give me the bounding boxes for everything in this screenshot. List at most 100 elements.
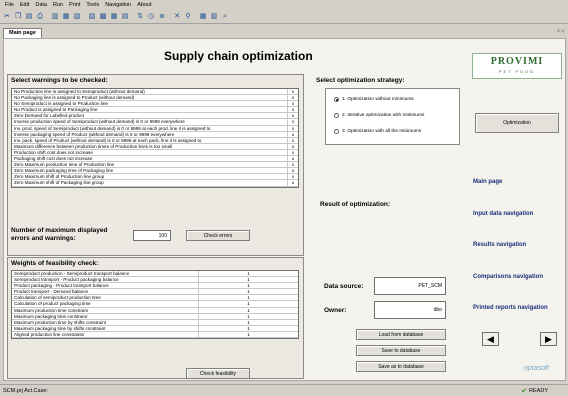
weight-row[interactable]: Aligned production line constraints 1 — [12, 331, 298, 339]
table2-icon[interactable]: ▥ — [209, 12, 219, 22]
warning-check[interactable]: x — [288, 150, 298, 155]
weight-text: Semiproduct transport - Product packagin… — [14, 277, 119, 283]
weight-value[interactable]: 1 — [198, 325, 298, 331]
owner-label: Owner: — [324, 307, 347, 314]
warning-check[interactable]: x — [288, 156, 298, 161]
warning-check[interactable]: x — [288, 89, 298, 94]
strategy-option-label: 1. Optimization without minimums — [342, 97, 414, 102]
warning-text: No Packaging line is assigned to Product… — [12, 95, 288, 101]
warning-check[interactable]: x — [288, 119, 298, 124]
warning-text: No Product is assigned to Packaging line — [12, 107, 288, 113]
warning-text: No Semiproduct is assigned to Production… — [12, 101, 288, 107]
load-from-database-button[interactable]: Load from database — [356, 329, 446, 340]
menu-run[interactable]: Run — [50, 2, 66, 8]
warning-check[interactable]: x — [288, 132, 298, 137]
close-icon[interactable]: ✕ — [172, 12, 182, 22]
menu-print[interactable]: Print — [66, 2, 83, 8]
status-bar: SCM.prj Act.Case: ✔ READY — [0, 384, 568, 396]
strategy-option-2[interactable]: 2. Iterative optimization with minimums — [334, 113, 424, 118]
check-feasibility-button[interactable]: Check feasibility — [186, 368, 250, 379]
tab-scroll-indicator[interactable]: 4 4 — [557, 29, 564, 35]
weight-value[interactable]: 1 — [198, 277, 298, 283]
grid-icon[interactable]: ▨ — [87, 12, 97, 22]
forward-arrow-button[interactable]: ▶ — [540, 332, 557, 346]
menu-edit[interactable]: Edit — [17, 2, 32, 8]
strategy-option-3[interactable]: 3. Optimization with all the minimums — [334, 129, 421, 134]
warning-check[interactable]: x — [288, 95, 298, 100]
check-errors-button[interactable]: Check errors — [186, 230, 250, 241]
weight-text: Product packaging - Product transport ba… — [14, 283, 109, 289]
grid2-icon[interactable]: ▩ — [98, 12, 108, 22]
tab-main-page[interactable]: Main page — [3, 28, 42, 38]
optimization-button[interactable]: Optimization — [475, 113, 559, 133]
menu-file[interactable]: File — [2, 2, 17, 8]
weight-text: Maximum packaging time by shifts constra… — [14, 325, 106, 331]
grid3-icon[interactable]: ▦ — [109, 12, 119, 22]
warning-check[interactable]: x — [288, 174, 298, 179]
paste-icon[interactable]: ▤ — [24, 12, 34, 22]
weight-text: Calculation of product packaging time — [14, 301, 91, 307]
menu-about[interactable]: About — [134, 2, 154, 8]
warning-check[interactable]: x — [288, 126, 298, 131]
toolbar: ✂ ❐ ▤ ⎙ ▥ ▦ ▧ ▨ ▩ ▦ ▤ ⇅ ◷ ≣ ✕ ⚲ ▦ ▥ ⌕ — [0, 10, 568, 24]
warning-check[interactable]: x — [288, 107, 298, 112]
owner-input[interactable]: dbo — [374, 301, 446, 319]
weight-value[interactable]: 1 — [198, 331, 298, 338]
table-icon[interactable]: ▦ — [198, 12, 208, 22]
weight-value[interactable]: 1 — [198, 319, 298, 325]
weight-value[interactable]: 1 — [198, 301, 298, 307]
search-icon[interactable]: ⌕ — [220, 12, 230, 22]
strategy-option-1[interactable]: 1. Optimization without minimums — [334, 97, 414, 102]
weights-table: Semiproduct production - Semiproduct tra… — [11, 270, 299, 339]
warning-check[interactable]: x — [288, 138, 298, 143]
nav-comparisons[interactable]: Comparisons navigation — [473, 274, 543, 280]
max-errors-label-2: errors and warnings: — [11, 235, 76, 242]
chart-icon[interactable]: ▥ — [50, 12, 60, 22]
radio-button[interactable] — [334, 129, 339, 134]
nav-results[interactable]: Results navigation — [473, 242, 526, 248]
nav-main-page[interactable]: Main page — [473, 179, 502, 185]
back-arrow-button[interactable]: ◀ — [482, 332, 499, 346]
radio-button[interactable] — [334, 97, 339, 102]
warnings-table: No Production line is assigned to Semipr… — [11, 88, 299, 188]
radio-button[interactable] — [334, 113, 339, 118]
stack-icon[interactable]: ≣ — [157, 12, 167, 22]
weight-value[interactable]: 1 — [198, 295, 298, 301]
warning-check[interactable]: x — [288, 113, 298, 118]
warning-check[interactable]: x — [288, 101, 298, 106]
filter-icon[interactable]: ⚲ — [183, 12, 193, 22]
warning-check[interactable]: x — [288, 144, 298, 149]
weight-value[interactable]: 1 — [198, 307, 298, 313]
page-title: Supply chain optimization — [164, 49, 313, 63]
clock-icon[interactable]: ◷ — [146, 12, 156, 22]
logo-subtext: PET FOOD — [498, 69, 536, 74]
sort-icon[interactable]: ⇅ — [135, 12, 145, 22]
chart2-icon[interactable]: ▦ — [61, 12, 71, 22]
menu-tools[interactable]: Tools — [83, 2, 102, 8]
weight-value[interactable]: 1 — [198, 283, 298, 289]
main-panel: Supply chain optimization PROVIMI PET FO… — [3, 38, 566, 381]
print-icon[interactable]: ⎙ — [35, 12, 45, 22]
menu-navigation[interactable]: Navigation — [102, 2, 134, 8]
result-label: Result of optimization: — [320, 201, 391, 208]
nav-input-data[interactable]: Input data navigation — [473, 211, 533, 217]
save-to-database-button[interactable]: Save to database — [356, 345, 446, 356]
max-errors-input[interactable]: 100 — [133, 230, 171, 241]
menu-data[interactable]: Data — [32, 2, 50, 8]
chart3-icon[interactable]: ▧ — [72, 12, 82, 22]
warning-check[interactable]: x — [288, 162, 298, 167]
nav-printed-reports[interactable]: Printed reports navigation — [473, 305, 548, 311]
grid4-icon[interactable]: ▤ — [120, 12, 130, 22]
warning-check[interactable]: x — [288, 180, 298, 185]
weight-value[interactable]: 1 — [198, 289, 298, 295]
data-source-input[interactable]: PET_SCM — [374, 277, 446, 295]
warning-row[interactable]: Zero Maximum shift of Packaging line gro… — [12, 180, 298, 187]
weight-text: Maximum packaging time constraint — [14, 313, 88, 319]
save-as-to-database-button[interactable]: Save as to database — [356, 361, 446, 372]
warning-check[interactable]: x — [288, 168, 298, 173]
weight-value[interactable]: 1 — [198, 271, 298, 277]
cut-icon[interactable]: ✂ — [2, 12, 12, 22]
weight-value[interactable]: 1 — [198, 313, 298, 319]
copy-icon[interactable]: ❐ — [13, 12, 23, 22]
warning-text: Zero Maximum packaging time of Packaging… — [12, 168, 288, 174]
